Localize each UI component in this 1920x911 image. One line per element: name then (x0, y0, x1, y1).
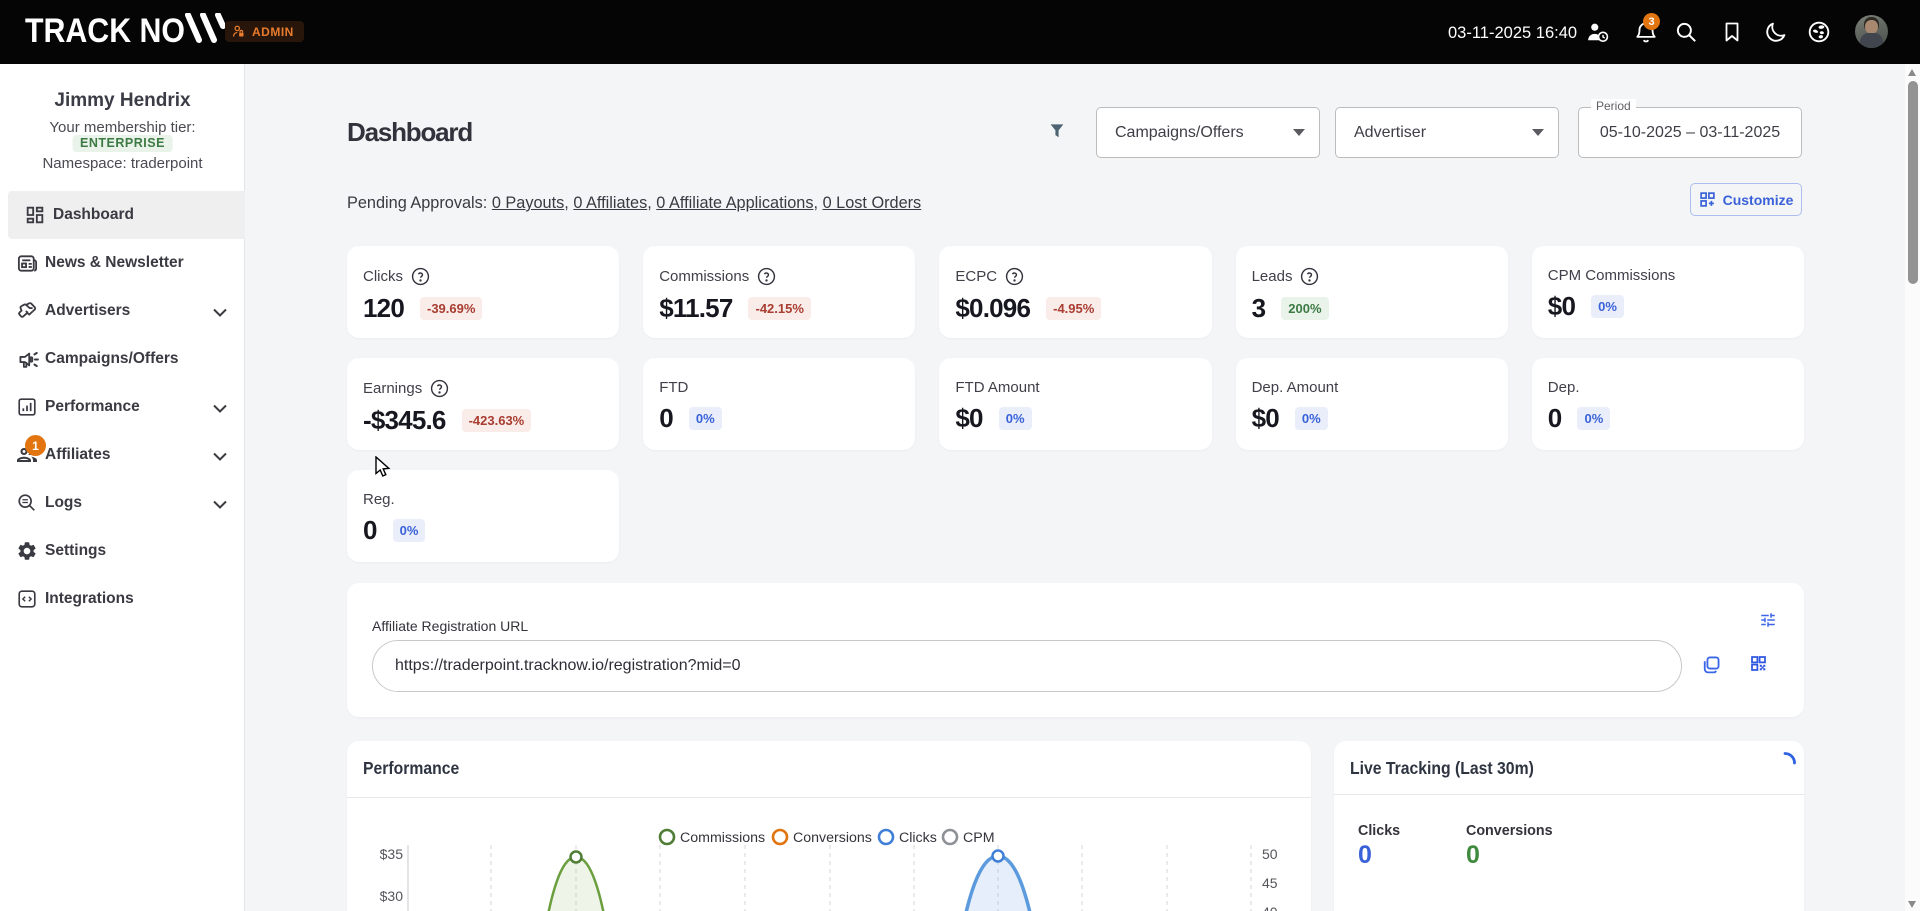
svg-text:TRACK NO: TRACK NO (25, 13, 185, 50)
svg-text:40: 40 (1262, 904, 1278, 911)
svg-text:50: 50 (1262, 846, 1278, 862)
svg-text:Commissions: Commissions (680, 830, 765, 846)
svg-text:$30: $30 (380, 888, 404, 904)
svg-text:$35: $35 (380, 846, 404, 862)
svg-text:45: 45 (1262, 875, 1278, 891)
svg-text:Conversions: Conversions (793, 830, 872, 846)
svg-text:Clicks: Clicks (899, 830, 937, 846)
svg-text:CPM: CPM (963, 830, 995, 846)
